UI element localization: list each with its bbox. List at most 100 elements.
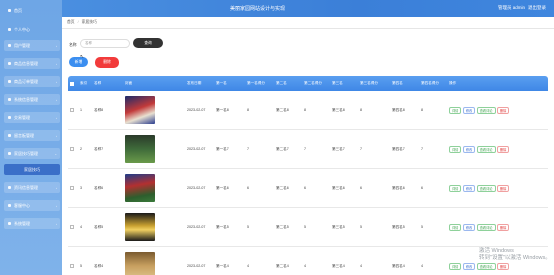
cell-name: 名称5: [94, 224, 104, 229]
top-bar: 美丽家园网站设计与实现 管理员 admin 退出登录: [62, 0, 554, 17]
cell-second: 第二名7: [276, 146, 289, 151]
logout-link[interactable]: 退出登录: [528, 5, 546, 11]
detail-button[interactable]: 详情: [449, 184, 462, 192]
edit-button[interactable]: 修改: [462, 145, 476, 153]
cell-second: 第二名8: [276, 107, 289, 112]
sidebar-item-messages[interactable]: 留言板管理 ›: [4, 130, 60, 141]
column-header: 封面: [125, 81, 133, 85]
row-checkbox[interactable]: [70, 225, 74, 229]
search-input[interactable]: 名称: [80, 39, 130, 48]
sidebar-item-users[interactable]: 用户管理 ›: [4, 40, 60, 51]
cell-date: 2023-02-07: [187, 225, 206, 229]
row-checkbox[interactable]: [70, 264, 74, 268]
cell-date: 2023-02-07: [187, 147, 206, 151]
row-delete-button[interactable]: 删除: [497, 106, 510, 114]
sidebar-item-label: 留言板管理: [14, 132, 34, 138]
row-checkbox[interactable]: [70, 108, 74, 112]
edit-button[interactable]: 修改: [462, 262, 476, 270]
sidebar-item-orders[interactable]: 商品订单管理 ›: [4, 76, 60, 87]
detail-button[interactable]: 详情: [449, 223, 462, 231]
review-button[interactable]: 查看评论: [476, 106, 496, 114]
review-button[interactable]: 查看评论: [476, 184, 496, 192]
column-header: 第二名得分: [304, 81, 322, 85]
grid-icon: [8, 44, 11, 47]
row-checkbox[interactable]: [70, 186, 74, 190]
detail-button[interactable]: 详情: [449, 262, 462, 270]
cell-second-score: 5: [304, 225, 306, 229]
cover-image: [125, 135, 155, 163]
cell-fourth-score: 4: [421, 264, 423, 268]
column-header: 第四名: [392, 81, 403, 85]
chevron-right-icon: ›: [56, 203, 57, 208]
edit-button[interactable]: 修改: [462, 106, 476, 114]
cell-first-score: 7: [247, 147, 249, 151]
sidebar-item-service[interactable]: 客服中心 ›: [4, 200, 60, 211]
chevron-right-icon: ›: [56, 43, 57, 48]
cell-second-score: 8: [304, 108, 306, 112]
sidebar-item-label: 系统管理: [14, 220, 30, 226]
sidebar-item-tips-manage[interactable]: 家居技巧管理 ⌄: [4, 148, 60, 159]
grid-icon: [8, 152, 11, 155]
sidebar-item-label: 家居技巧管理: [14, 150, 38, 156]
edit-button[interactable]: 修改: [462, 223, 476, 231]
cover-image: [125, 213, 155, 241]
sidebar-item-goods[interactable]: 商品信息管理 ›: [4, 58, 60, 69]
breadcrumb-home[interactable]: 首页: [67, 20, 75, 25]
table-row: 3 名称6 2023-02-07 第一名6 6 第二名6 6 第三名6 6 第四…: [68, 169, 548, 208]
cell-first: 第一名8: [216, 107, 229, 112]
cell-second: 第二名6: [276, 185, 289, 190]
row-delete-button[interactable]: 删除: [497, 184, 510, 192]
cell-name: 名称8: [94, 107, 104, 112]
cell-first-score: 6: [247, 186, 249, 190]
sidebar-item-system[interactable]: 系统管理 ›: [4, 218, 60, 229]
delete-button[interactable]: 删除: [95, 57, 119, 68]
chevron-down-icon: ⌄: [54, 151, 57, 156]
checkbox-icon[interactable]: [70, 81, 74, 86]
detail-button[interactable]: 详情: [449, 106, 462, 114]
cell-second: 第二名5: [276, 224, 289, 229]
sidebar-item-profile[interactable]: 个人中心: [4, 24, 60, 35]
edit-button[interactable]: 修改: [462, 184, 476, 192]
cell-third: 第三名7: [332, 146, 345, 151]
cell-third-score: 4: [360, 264, 362, 268]
review-button[interactable]: 查看评论: [476, 145, 496, 153]
cell-third: 第三名5: [332, 224, 345, 229]
sidebar-item-label: 首页: [14, 7, 22, 13]
grid-icon: [8, 134, 11, 137]
review-button[interactable]: 查看评论: [476, 262, 496, 270]
row-delete-button[interactable]: 删除: [497, 145, 510, 153]
row-delete-button[interactable]: 删除: [497, 262, 510, 270]
grid-icon: [8, 80, 11, 83]
sidebar-item-system-info[interactable]: 系统信息管理 ›: [4, 94, 60, 105]
cell-first: 第一名5: [216, 224, 229, 229]
search-button[interactable]: 查询: [133, 38, 163, 48]
detail-button[interactable]: 详情: [449, 145, 462, 153]
cell-date: 2023-02-07: [187, 264, 206, 268]
row-checkbox[interactable]: [70, 147, 74, 151]
sidebar-item-home[interactable]: 首页: [4, 5, 60, 16]
divider: [62, 28, 554, 29]
cell-name: 名称7: [94, 146, 104, 151]
row-delete-button[interactable]: 删除: [497, 223, 510, 231]
table-row: 2 名称7 2023-02-07 第一名7 7 第二名7 7 第三名7 7 第四…: [68, 130, 548, 169]
sidebar-item-tips[interactable]: 家居技巧: [4, 164, 60, 175]
row-actions: 详情 修改 查看评论 删除: [447, 106, 517, 114]
cell-third-score: 8: [360, 108, 362, 112]
sidebar-item-label: 商品信息管理: [14, 60, 38, 66]
sidebar-item-trade[interactable]: 交易管理 ›: [4, 112, 60, 123]
grid-icon: [8, 98, 11, 101]
column-header: 发布日期: [187, 81, 202, 85]
cell-fourth-score: 5: [421, 225, 423, 229]
header-select-all[interactable]: [68, 81, 78, 86]
sidebar-item-news[interactable]: 资讯信息管理 ›: [4, 182, 60, 193]
add-button[interactable]: 新增: [69, 57, 88, 67]
user-icon: [8, 28, 11, 31]
sidebar-item-label: 用户管理: [14, 42, 30, 48]
page-title: 美丽家园网站设计与实现: [230, 6, 286, 12]
home-icon: [8, 9, 11, 12]
cell-second: 第二名4: [276, 263, 289, 268]
column-header: 第一名: [216, 81, 227, 85]
review-button[interactable]: 查看评论: [476, 223, 496, 231]
cell-second-score: 4: [304, 264, 306, 268]
sidebar-item-label: 商品订单管理: [14, 78, 38, 84]
